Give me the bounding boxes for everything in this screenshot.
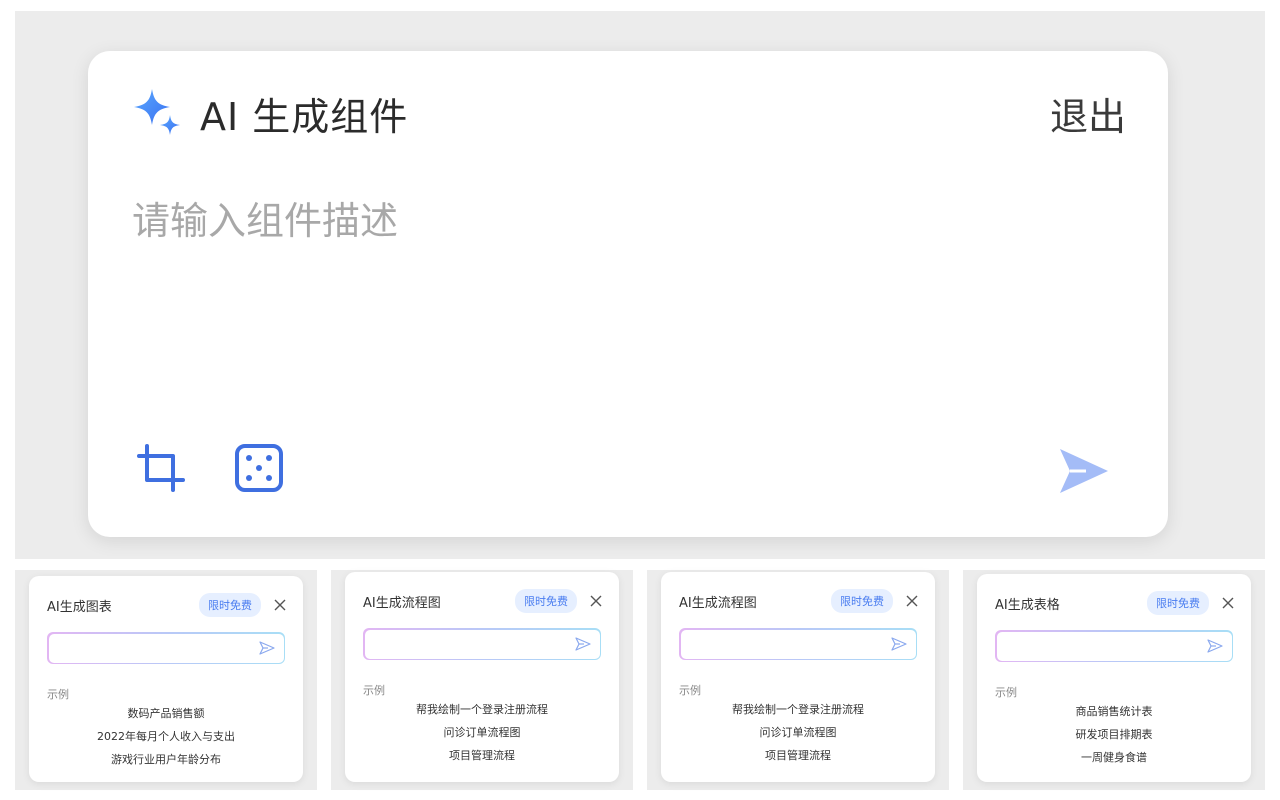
example-item[interactable]: 问诊订单流程图 (661, 721, 935, 744)
prompt-input-frame (679, 628, 917, 660)
example-item[interactable]: 帮我绘制一个登录注册流程 (345, 698, 619, 721)
example-label: 示例 (995, 686, 1017, 699)
toolbar (134, 441, 286, 495)
example-item[interactable]: 帮我绘制一个登录注册流程 (661, 698, 935, 721)
main-panel-area: AI 生成组件 退出 (15, 11, 1265, 559)
free-badge: 限时免费 (831, 589, 893, 613)
example-item[interactable]: 项目管理流程 (661, 744, 935, 767)
crop-button[interactable] (134, 441, 188, 495)
close-icon[interactable] (273, 598, 287, 612)
prompt-input-inner (680, 629, 916, 659)
close-icon[interactable] (589, 594, 603, 608)
example-label: 示例 (363, 684, 385, 697)
example-item[interactable]: 项目管理流程 (345, 744, 619, 767)
example-item[interactable]: 商品销售统计表 (977, 700, 1251, 723)
example-list: 商品销售统计表 研发项目排期表 一周健身食谱 (977, 700, 1251, 769)
card-header: AI生成流程图 限时免费 (679, 588, 919, 614)
send-icon[interactable] (574, 635, 592, 653)
flowchart-card-area-2: AI生成流程图 限时免费 示例 帮我绘制一个登录注册流程 问诊订单流程图 项目管… (647, 570, 949, 790)
example-item[interactable]: 问诊订单流程图 (345, 721, 619, 744)
card-title: AI生成图表 (47, 599, 112, 615)
card-header: AI生成图表 限时免费 (47, 592, 287, 618)
ai-flowchart-card: AI生成流程图 限时免费 示例 帮我绘制一个登录注册流程 问诊订单流程图 项目管… (345, 572, 619, 782)
example-label: 示例 (679, 684, 701, 697)
prompt-input[interactable] (364, 629, 574, 659)
prompt-input-frame (47, 632, 285, 664)
close-icon[interactable] (1221, 596, 1235, 610)
send-icon[interactable] (890, 635, 908, 653)
example-list: 帮我绘制一个登录注册流程 问诊订单流程图 项目管理流程 (661, 698, 935, 767)
send-icon[interactable] (258, 639, 276, 657)
ai-chart-card: AI生成图表 限时免费 示例 数码产品销售额 2022年每月个人收入与支出 游戏… (29, 576, 303, 782)
chart-card-area: AI生成图表 限时免费 示例 数码产品销售额 2022年每月个人收入与支出 游戏… (15, 570, 317, 790)
send-icon[interactable] (1206, 637, 1224, 655)
table-card-area: AI生成表格 限时免费 示例 商品销售统计表 研发项目排期表 一周健身食谱 (963, 570, 1265, 790)
card-title: AI生成流程图 (363, 595, 441, 611)
card-header: AI生成表格 限时免费 (995, 590, 1235, 616)
example-label: 示例 (47, 688, 69, 701)
card-header: AI 生成组件 退出 (130, 85, 1126, 141)
send-button[interactable] (1056, 443, 1112, 499)
prompt-input-frame (363, 628, 601, 660)
example-item[interactable]: 2022年每月个人收入与支出 (29, 725, 303, 748)
free-badge: 限时免费 (515, 589, 577, 613)
sparkle-icon (134, 89, 180, 135)
example-item[interactable]: 一周健身食谱 (977, 746, 1251, 769)
prompt-input-inner (48, 633, 284, 663)
card-header: AI生成流程图 限时免费 (363, 588, 603, 614)
card-title: AI生成流程图 (679, 595, 757, 611)
example-list: 帮我绘制一个登录注册流程 问诊订单流程图 项目管理流程 (345, 698, 619, 767)
random-dice-button[interactable] (232, 441, 286, 495)
example-list: 数码产品销售额 2022年每月个人收入与支出 游戏行业用户年龄分布 (29, 702, 303, 771)
free-badge: 限时免费 (1147, 591, 1209, 615)
ai-generate-component-card: AI 生成组件 退出 (88, 51, 1168, 537)
crop-icon (137, 444, 185, 492)
exit-button[interactable]: 退出 (1050, 86, 1126, 141)
flowchart-card-area: AI生成流程图 限时免费 示例 帮我绘制一个登录注册流程 问诊订单流程图 项目管… (331, 570, 633, 790)
example-item[interactable]: 数码产品销售额 (29, 702, 303, 725)
ai-flowchart-card: AI生成流程图 限时免费 示例 帮我绘制一个登录注册流程 问诊订单流程图 项目管… (661, 572, 935, 782)
prompt-input-frame (995, 630, 1233, 662)
title-group: AI 生成组件 (130, 85, 408, 141)
close-icon[interactable] (905, 594, 919, 608)
card-title: AI生成表格 (995, 597, 1060, 613)
ai-table-card: AI生成表格 限时免费 示例 商品销售统计表 研发项目排期表 一周健身食谱 (977, 574, 1251, 782)
prompt-input[interactable] (996, 631, 1206, 661)
prompt-input[interactable] (680, 629, 890, 659)
free-badge: 限时免费 (199, 593, 261, 617)
example-item[interactable]: 研发项目排期表 (977, 723, 1251, 746)
prompt-input-inner (364, 629, 600, 659)
prompt-input-inner (996, 631, 1232, 661)
dice-icon (235, 444, 283, 492)
example-item[interactable]: 游戏行业用户年龄分布 (29, 748, 303, 771)
page-title: AI 生成组件 (200, 94, 409, 139)
component-description-input[interactable] (132, 191, 1122, 251)
prompt-input[interactable] (48, 633, 258, 663)
